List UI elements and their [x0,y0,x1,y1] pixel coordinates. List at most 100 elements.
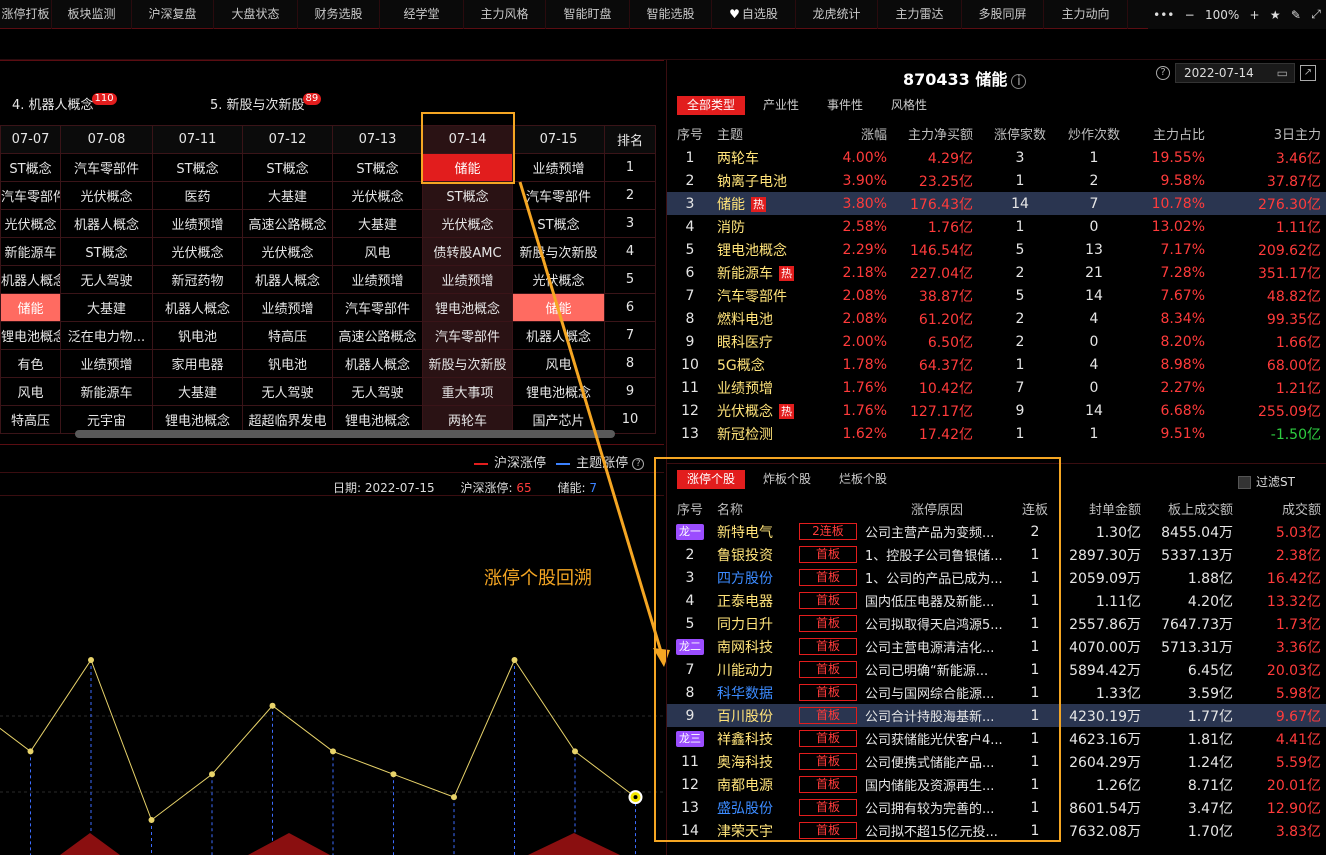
seal-amount: 2897.30万 [1069,547,1141,564]
theme-row[interactable]: 3 储能热 3.80% 176.43亿 14 7 10.78% 276.30亿 [667,192,1326,215]
theme-name[interactable]: 汽车零部件 [713,284,823,307]
theme-name[interactable]: 钠离子电池 [713,169,823,192]
board-turnover: 1.81亿 [1187,731,1233,748]
help-icon[interactable]: ? [1156,66,1170,80]
theme-name[interactable]: 锂电池概念 [713,238,823,261]
stock-detail-panel: 870433 储能 i ? 2022-07-14 ▭ ↗ 全部类型 产业性 事件性 风格性… [654,60,1326,855]
stock-title: 870433 储能 i [903,66,1027,90]
theme-name[interactable]: 眼科医疗 [713,330,823,353]
three-day-main: 1.21亿 [1275,380,1321,397]
net-buy: 10.42亿 [918,380,973,397]
theme-row[interactable]: 2 钠离子电池 3.90% 23.25亿 1 2 9.58% 37.87亿 [667,169,1326,192]
tab-1[interactable]: 全部类型 [677,96,746,115]
limit-count: 2 [1015,264,1025,281]
change-pct: 2.29% [842,241,887,258]
theme-name[interactable]: 新能源车热 [713,261,823,284]
theme-name-text: 光伏概念 [717,403,773,420]
change-pct: 2.00% [842,333,887,350]
theme-row[interactable]: 1 两轮车 4.00% 4.29亿 3 1 19.55% 3.46亿 [667,146,1326,169]
main-ratio: 8.98% [1160,356,1205,373]
tab-3[interactable]: 事件性 [817,96,873,115]
theme-col-header[interactable]: 主力占比 [1127,121,1211,146]
theme-name[interactable]: 消防 [713,215,823,238]
change-pct: 4.00% [842,149,887,166]
turnover: 3.36亿 [1275,639,1321,656]
change-pct: 2.08% [842,310,887,327]
theme-col-header[interactable]: 涨幅 [823,121,893,146]
theme-name-text: 两轮车 [717,150,759,167]
three-day-main: 48.82亿 [1266,288,1321,305]
theme-name-text: 新冠检测 [717,426,773,443]
calendar-icon[interactable]: ▭ [1277,64,1288,82]
net-buy: 64.37亿 [918,357,973,374]
three-day-main: 99.35亿 [1266,311,1321,328]
theme-row[interactable]: 4 消防 2.58% 1.76亿 1 0 13.02% 1.11亿 [667,215,1326,238]
theme-name-text: 锂电池概念 [717,242,787,259]
turnover: 13.32亿 [1266,593,1321,610]
net-buy: 1.76亿 [927,219,973,236]
seal-amount: 8601.54万 [1069,800,1141,817]
limit-count: 1 [1015,172,1025,189]
theme-name-text: 钠离子电池 [717,173,787,190]
info-icon[interactable]: i [1011,74,1027,89]
theme-name[interactable]: 业绩预增 [713,376,823,399]
theme-row[interactable]: 9 眼科医疗 2.00% 6.50亿 2 0 8.20% 1.66亿 [667,330,1326,353]
tab-4[interactable]: 风格性 [881,96,937,115]
three-day-main: 68.00亿 [1266,357,1321,374]
hot-badge: 热 [779,266,794,281]
open-external-icon[interactable]: ↗ [1300,65,1316,81]
theme-col-header[interactable]: 序号 [667,121,713,146]
limit-count: 1 [1015,425,1025,442]
board-turnover: 5337.13万 [1161,547,1233,564]
change-pct: 1.78% [842,356,887,373]
row-number: 9 [685,333,695,350]
theme-col-header[interactable]: 炒作次数 [1061,121,1127,146]
theme-name[interactable]: 储能热 [713,192,823,215]
seal-amount: 2059.09万 [1069,570,1141,587]
theme-name[interactable]: 5G概念 [713,353,823,376]
row-number: 7 [685,287,695,304]
turnover: 9.67亿 [1239,704,1326,727]
net-buy: 38.87亿 [918,288,973,305]
theme-col-header[interactable]: 3日主力 [1211,121,1326,146]
seal-amount: 1.33亿 [1095,685,1141,702]
three-day-main: 1.11亿 [1275,219,1321,236]
theme-row[interactable]: 6 新能源车热 2.18% 227.04亿 2 21 7.28% 351.17亿 [667,261,1326,284]
theme-name-text: 业绩预增 [717,380,773,397]
turnover: 5.03亿 [1275,524,1321,541]
checkbox[interactable] [1238,476,1251,489]
limit-col-header[interactable]: 板上成交额 [1147,496,1239,520]
date-picker[interactable]: 2022-07-14 ▭ [1175,63,1295,83]
theme-name[interactable]: 新冠检测 [713,422,823,445]
theme-row[interactable]: 8 燃料电池 2.08% 61.20亿 2 4 8.34% 99.35亿 [667,307,1326,330]
limit-col-header[interactable]: 成交额 [1239,496,1326,520]
seal-amount: 4623.16万 [1069,731,1141,748]
tab-2[interactable]: 产业性 [753,96,809,115]
theme-name[interactable]: 两轮车 [713,146,823,169]
change-pct: 3.90% [842,172,887,189]
net-buy: 17.42亿 [918,426,973,443]
limit-count: 5 [1015,241,1025,258]
main-ratio: 10.78% [1127,192,1211,215]
filter-st-checkbox[interactable]: 过滤ST [1238,473,1295,490]
theme-row[interactable]: 12 光伏概念热 1.76% 127.17亿 9 14 6.68% 255.09亿 [667,399,1326,422]
theme-name[interactable]: 光伏概念热 [713,399,823,422]
change-pct: 3.80% [823,192,893,215]
turnover: 20.03亿 [1266,662,1321,679]
theme-col-header[interactable]: 主力净买额 [893,121,979,146]
theme-name-text: 储能 [717,196,745,213]
hype-count: 14 [1085,287,1103,304]
three-day-main: -1.50亿 [1270,426,1321,443]
limit-count: 2 [1015,333,1025,350]
theme-col-header[interactable]: 主题 [713,121,823,146]
theme-col-header[interactable]: 涨停家数 [979,121,1061,146]
theme-row[interactable]: 10 5G概念 1.78% 64.37亿 1 4 8.98% 68.00亿 [667,353,1326,376]
seal-amount: 1.11亿 [1095,593,1141,610]
theme-row[interactable]: 11 业绩预增 1.76% 10.42亿 7 0 2.27% 1.21亿 [667,376,1326,399]
limit-col-header[interactable]: 封单金额 [1055,496,1147,520]
theme-name[interactable]: 燃料电池 [713,307,823,330]
main-ratio: 9.58% [1160,172,1205,189]
theme-row[interactable]: 5 锂电池概念 2.29% 146.54亿 5 13 7.17% 209.62亿 [667,238,1326,261]
theme-row[interactable]: 7 汽车零部件 2.08% 38.87亿 5 14 7.67% 48.82亿 [667,284,1326,307]
theme-row[interactable]: 13 新冠检测 1.62% 17.42亿 1 1 9.51% -1.50亿 [667,422,1326,445]
